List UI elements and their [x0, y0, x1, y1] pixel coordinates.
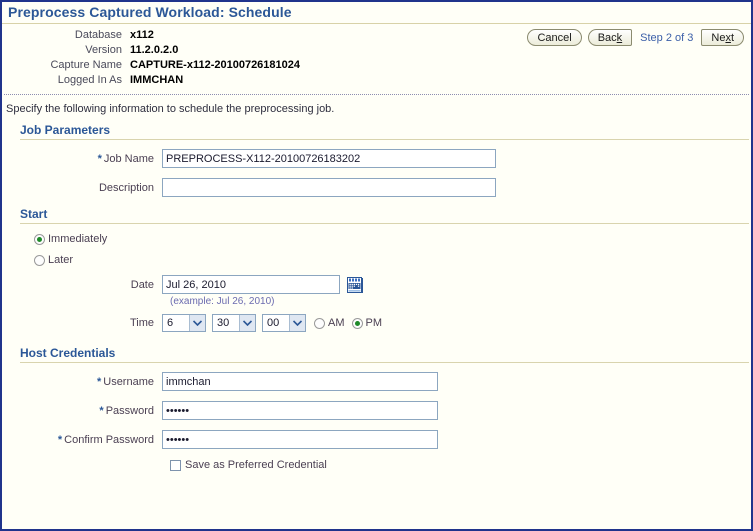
second-select[interactable]: 00 — [262, 314, 306, 332]
next-button-label: Ne — [711, 31, 726, 44]
save-preferred-credential-row[interactable]: Save as Preferred Credential — [170, 459, 751, 471]
radio-am-label: AM — [328, 317, 345, 329]
cancel-button[interactable]: Cancel — [527, 29, 582, 46]
host-credentials-heading: Host Credentials — [20, 346, 749, 363]
username-input[interactable] — [162, 372, 438, 391]
radio-pm-control[interactable] — [351, 317, 363, 329]
description-input[interactable] — [162, 178, 496, 197]
job-parameters-heading: Job Parameters — [20, 123, 749, 140]
confirm-password-label-text: Confirm Password — [64, 433, 154, 446]
hour-select[interactable]: 6 — [162, 314, 206, 332]
table-row: Capture Name CAPTURE-x112-20100726181024 — [2, 58, 300, 73]
job-name-label: * Job Name — [2, 153, 162, 165]
minute-select[interactable]: 30 — [212, 314, 256, 332]
save-preferred-credential-label: Save as Preferred Credential — [185, 459, 327, 471]
version-value: 11.2.0.2.0 — [130, 44, 179, 56]
back-button-accesskey: k — [616, 31, 623, 44]
username-label: * Username — [2, 376, 162, 388]
version-label: Version — [85, 44, 122, 56]
radio-immediately-control[interactable] — [34, 233, 45, 245]
username-row: * Username — [2, 372, 751, 391]
capture-name-value: CAPTURE-x112-20100726181024 — [130, 59, 301, 71]
description-label: Description — [98, 181, 154, 194]
radio-immediately-label: Immediately — [48, 233, 108, 245]
wizard-button-bar: Cancel Bac k Step 2 of 3 Ne x t — [527, 29, 744, 46]
radio-later[interactable]: Later — [34, 254, 751, 266]
chevron-down-icon[interactable] — [189, 315, 205, 331]
start-body: Immediately Later Date Jul 26, 2010 (exa… — [2, 224, 751, 332]
next-button-label-end: t — [730, 31, 734, 44]
start-heading: Start — [20, 207, 749, 224]
date-label: Date — [130, 278, 154, 291]
password-input[interactable] — [162, 401, 438, 420]
database-label: Database — [74, 29, 122, 41]
header-area: Database x112 Version 11.2.0.2.0 Capture… — [2, 24, 751, 91]
capture-name-label: Capture Name — [50, 59, 122, 71]
table-row: Version 11.2.0.2.0 — [2, 43, 300, 58]
back-button[interactable]: Bac k — [587, 29, 633, 46]
password-label: * Password — [2, 405, 162, 417]
job-parameters-body: *Job Name Description — [2, 140, 751, 197]
calendar-icon[interactable] — [347, 276, 363, 293]
username-label-text: Username — [103, 375, 154, 388]
confirm-password-input[interactable] — [162, 430, 438, 449]
time-row: Time 6 30 00 AM PM — [2, 314, 751, 332]
step-indicator: Step 2 of 3 — [640, 31, 694, 44]
job-name-input[interactable] — [162, 149, 496, 168]
next-button[interactable]: Ne x t — [701, 29, 744, 46]
radio-later-control[interactable] — [34, 254, 45, 266]
save-preferred-credential-checkbox[interactable] — [170, 459, 181, 471]
date-format-hint: (example: Jul 26, 2010) — [170, 296, 275, 307]
chevron-down-icon[interactable] — [289, 315, 305, 331]
logged-in-as-value: IMMCHAN — [130, 74, 184, 86]
table-row: Database x112 — [2, 28, 300, 43]
password-label-text: Password — [105, 404, 154, 417]
meridiem-group: AM PM — [314, 317, 389, 329]
date-input[interactable] — [162, 275, 340, 294]
confirm-password-row: * Confirm Password — [2, 430, 751, 449]
job-name-row: * Job Name — [2, 149, 751, 168]
table-row: Logged In As IMMCHAN — [2, 73, 300, 88]
minute-select-value: 30 — [217, 317, 230, 329]
section-job-parameters: Job Parameters *Job Name Description — [2, 123, 751, 197]
date-row: Date — [2, 275, 751, 294]
page-title: Preprocess Captured Workload: Schedule — [8, 4, 292, 20]
job-name-label-text: Job Name — [103, 152, 154, 165]
description-row: Description — [2, 178, 751, 197]
time-label: Time — [129, 317, 154, 329]
preprocess-schedule-page: Preprocess Captured Workload: Schedule D… — [0, 0, 753, 531]
radio-immediately[interactable]: Immediately — [34, 233, 751, 245]
confirm-password-label: * Confirm Password — [2, 434, 162, 446]
back-button-label: Bac — [597, 31, 617, 44]
logged-in-as-label: Logged In As — [57, 74, 122, 86]
hour-select-value: 6 — [167, 317, 174, 329]
instruction-text: Specify the following information to sch… — [6, 103, 335, 115]
database-value: x112 — [130, 29, 154, 41]
host-credentials-body: *Username *Password *Confirm Password Sa… — [2, 363, 751, 471]
title-bar: Preprocess Captured Workload: Schedule — [2, 2, 751, 24]
section-host-credentials: Host Credentials *Username *Password *Co… — [2, 346, 751, 471]
chevron-down-icon[interactable] — [239, 315, 255, 331]
second-select-value: 00 — [267, 317, 280, 329]
radio-later-label: Later — [48, 254, 74, 266]
section-start: Start Immediately Later Date Jul 26, 201… — [2, 207, 751, 332]
radio-am-control[interactable] — [314, 317, 325, 329]
password-row: * Password — [2, 401, 751, 420]
context-info-table: Database x112 Version 11.2.0.2.0 Capture… — [2, 28, 300, 88]
radio-pm-label: PM — [365, 317, 383, 329]
